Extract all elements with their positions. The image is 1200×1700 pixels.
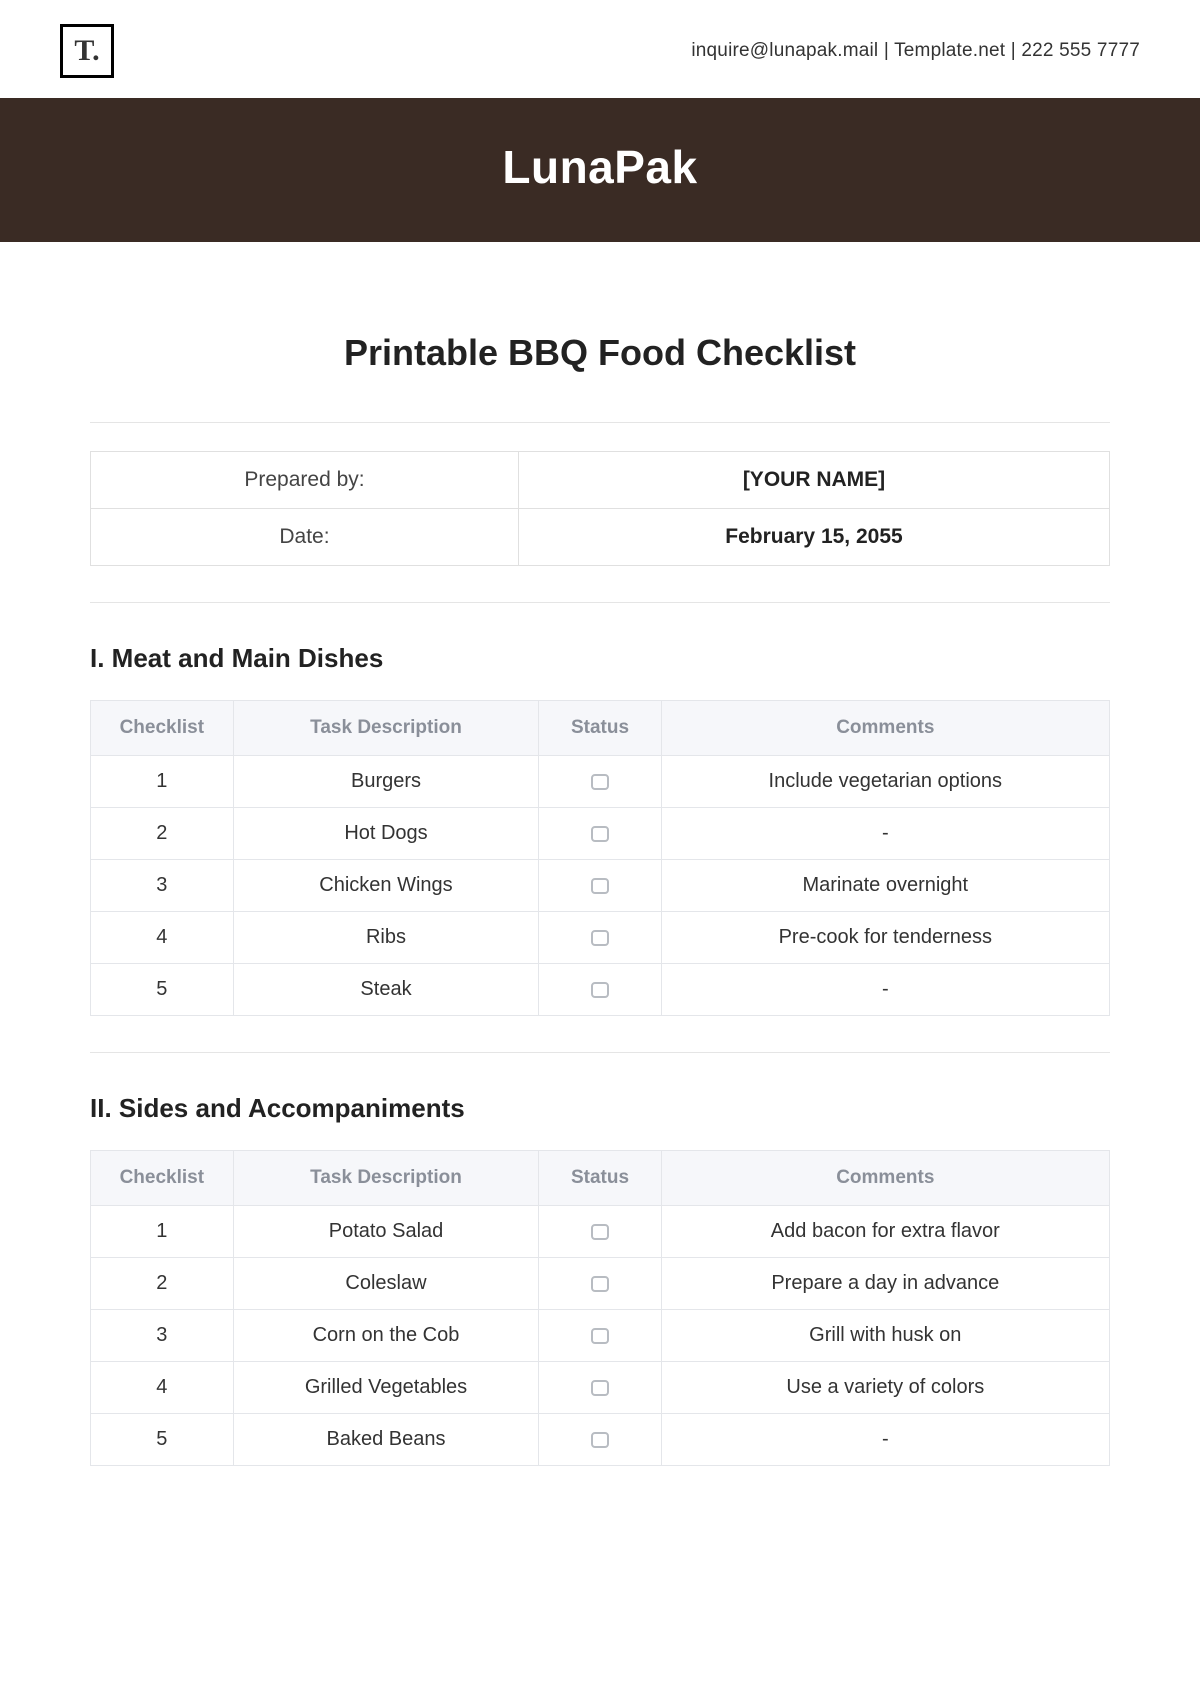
row-comment: Pre-cook for tenderness bbox=[661, 912, 1109, 964]
row-comment: Grill with husk on bbox=[661, 1310, 1109, 1362]
row-task: Baked Beans bbox=[233, 1414, 539, 1466]
row-comment: Add bacon for extra flavor bbox=[661, 1206, 1109, 1258]
checklist-table-meat: Checklist Task Description Status Commen… bbox=[90, 700, 1110, 1016]
row-index: 3 bbox=[91, 1310, 234, 1362]
meta-label-date: Date: bbox=[91, 509, 519, 566]
row-task: Corn on the Cob bbox=[233, 1310, 539, 1362]
row-task: Grilled Vegetables bbox=[233, 1362, 539, 1414]
row-index: 1 bbox=[91, 756, 234, 808]
col-status: Status bbox=[539, 1151, 661, 1206]
checkbox-icon[interactable] bbox=[591, 878, 609, 894]
row-task: Steak bbox=[233, 964, 539, 1016]
checkbox-icon[interactable] bbox=[591, 982, 609, 998]
meta-value-prepared[interactable]: [YOUR NAME] bbox=[518, 452, 1109, 509]
table-row: 3 Corn on the Cob Grill with husk on bbox=[91, 1310, 1110, 1362]
row-comment: Use a variety of colors bbox=[661, 1362, 1109, 1414]
meta-table: Prepared by: [YOUR NAME] Date: February … bbox=[90, 451, 1110, 566]
row-task: Ribs bbox=[233, 912, 539, 964]
divider bbox=[90, 602, 1110, 603]
row-comment: - bbox=[661, 808, 1109, 860]
table-header-row: Checklist Task Description Status Commen… bbox=[91, 1151, 1110, 1206]
divider bbox=[90, 422, 1110, 423]
table-row: 2 Coleslaw Prepare a day in advance bbox=[91, 1258, 1110, 1310]
checkbox-icon[interactable] bbox=[591, 826, 609, 842]
row-status bbox=[539, 1206, 661, 1258]
content-area: Printable BBQ Food Checklist Prepared by… bbox=[0, 242, 1200, 1506]
row-index: 3 bbox=[91, 860, 234, 912]
row-status bbox=[539, 964, 661, 1016]
row-comment: - bbox=[661, 1414, 1109, 1466]
checkbox-icon[interactable] bbox=[591, 1432, 609, 1448]
row-status bbox=[539, 860, 661, 912]
checkbox-icon[interactable] bbox=[591, 1276, 609, 1292]
section-heading-meat: I. Meat and Main Dishes bbox=[90, 643, 1110, 674]
meta-row-prepared: Prepared by: [YOUR NAME] bbox=[91, 452, 1110, 509]
row-task: Chicken Wings bbox=[233, 860, 539, 912]
checkbox-icon[interactable] bbox=[591, 1224, 609, 1240]
meta-value-date[interactable]: February 15, 2055 bbox=[518, 509, 1109, 566]
table-row: 1 Burgers Include vegetarian options bbox=[91, 756, 1110, 808]
checklist-table-sides: Checklist Task Description Status Commen… bbox=[90, 1150, 1110, 1466]
section-heading-sides: II. Sides and Accompaniments bbox=[90, 1093, 1110, 1124]
row-index: 5 bbox=[91, 964, 234, 1016]
table-row: 3 Chicken Wings Marinate overnight bbox=[91, 860, 1110, 912]
col-checklist: Checklist bbox=[91, 1151, 234, 1206]
table-header-row: Checklist Task Description Status Commen… bbox=[91, 701, 1110, 756]
row-comment: Prepare a day in advance bbox=[661, 1258, 1109, 1310]
checkbox-icon[interactable] bbox=[591, 1380, 609, 1396]
row-index: 4 bbox=[91, 1362, 234, 1414]
checkbox-icon[interactable] bbox=[591, 1328, 609, 1344]
row-status bbox=[539, 756, 661, 808]
col-task: Task Description bbox=[233, 1151, 539, 1206]
row-index: 2 bbox=[91, 808, 234, 860]
contact-info: inquire@lunapak.mail | Template.net | 22… bbox=[691, 40, 1140, 62]
row-index: 4 bbox=[91, 912, 234, 964]
row-status bbox=[539, 808, 661, 860]
col-comments: Comments bbox=[661, 1151, 1109, 1206]
row-status bbox=[539, 1362, 661, 1414]
col-status: Status bbox=[539, 701, 661, 756]
table-row: 2 Hot Dogs - bbox=[91, 808, 1110, 860]
col-task: Task Description bbox=[233, 701, 539, 756]
page-title: Printable BBQ Food Checklist bbox=[90, 332, 1110, 374]
table-row: 4 Grilled Vegetables Use a variety of co… bbox=[91, 1362, 1110, 1414]
col-comments: Comments bbox=[661, 701, 1109, 756]
table-row: 1 Potato Salad Add bacon for extra flavo… bbox=[91, 1206, 1110, 1258]
row-status bbox=[539, 1310, 661, 1362]
divider bbox=[90, 1052, 1110, 1053]
row-comment: Include vegetarian options bbox=[661, 756, 1109, 808]
row-status bbox=[539, 912, 661, 964]
row-status bbox=[539, 1414, 661, 1466]
row-comment: - bbox=[661, 964, 1109, 1016]
row-task: Coleslaw bbox=[233, 1258, 539, 1310]
row-task: Potato Salad bbox=[233, 1206, 539, 1258]
meta-label-prepared: Prepared by: bbox=[91, 452, 519, 509]
table-row: 5 Baked Beans - bbox=[91, 1414, 1110, 1466]
row-task: Hot Dogs bbox=[233, 808, 539, 860]
logo: T. bbox=[60, 24, 114, 78]
col-checklist: Checklist bbox=[91, 701, 234, 756]
table-row: 4 Ribs Pre-cook for tenderness bbox=[91, 912, 1110, 964]
meta-row-date: Date: February 15, 2055 bbox=[91, 509, 1110, 566]
brand-banner: LunaPak bbox=[0, 98, 1200, 242]
row-index: 1 bbox=[91, 1206, 234, 1258]
top-bar: T. inquire@lunapak.mail | Template.net |… bbox=[0, 0, 1200, 98]
row-comment: Marinate overnight bbox=[661, 860, 1109, 912]
checkbox-icon[interactable] bbox=[591, 930, 609, 946]
row-index: 5 bbox=[91, 1414, 234, 1466]
table-row: 5 Steak - bbox=[91, 964, 1110, 1016]
row-index: 2 bbox=[91, 1258, 234, 1310]
checkbox-icon[interactable] bbox=[591, 774, 609, 790]
row-status bbox=[539, 1258, 661, 1310]
row-task: Burgers bbox=[233, 756, 539, 808]
